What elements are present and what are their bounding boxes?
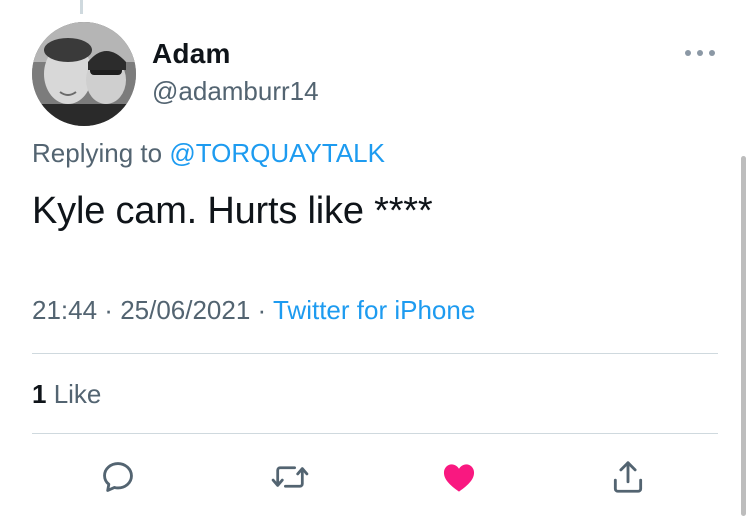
more-options-button[interactable] — [680, 40, 720, 66]
avatar[interactable] — [32, 22, 136, 126]
tweet-text: Kyle cam. Hurts like **** — [32, 190, 433, 232]
likes-summary[interactable]: 1 Like — [32, 379, 101, 410]
meta-separator: · — [97, 295, 121, 325]
divider-bottom — [32, 433, 718, 434]
author-name[interactable]: Adam — [152, 38, 231, 70]
author-handle[interactable]: @adamburr14 — [152, 76, 319, 107]
reply-button[interactable] — [96, 455, 140, 499]
retweet-button[interactable] — [268, 455, 312, 499]
more-icon — [685, 50, 715, 56]
like-button[interactable] — [437, 455, 481, 499]
likes-label: Like — [46, 379, 102, 409]
meta-separator-2: · — [250, 295, 273, 325]
retweet-icon — [271, 466, 309, 488]
replying-to-mention-link[interactable]: @TORQUAYTALK — [169, 138, 385, 168]
tweet-meta: 21:44 · 25/06/2021 · Twitter for iPhone — [32, 295, 475, 326]
tweet-time[interactable]: 21:44 — [32, 295, 97, 325]
reply-icon — [103, 462, 133, 492]
scrollbar[interactable] — [741, 156, 746, 516]
thread-connector-line — [80, 0, 83, 14]
divider-top — [32, 353, 718, 354]
likes-count: 1 — [32, 379, 47, 409]
share-button[interactable] — [606, 455, 650, 499]
tweet-source-link[interactable]: Twitter for iPhone — [273, 295, 475, 325]
avatar-photo — [32, 22, 136, 126]
share-icon — [613, 461, 643, 493]
tweet-date[interactable]: 25/06/2021 — [120, 295, 250, 325]
replying-to-label: Replying to — [32, 138, 170, 168]
replying-to-line: Replying to @TORQUAYTALK — [32, 138, 385, 169]
like-icon — [443, 464, 475, 492]
